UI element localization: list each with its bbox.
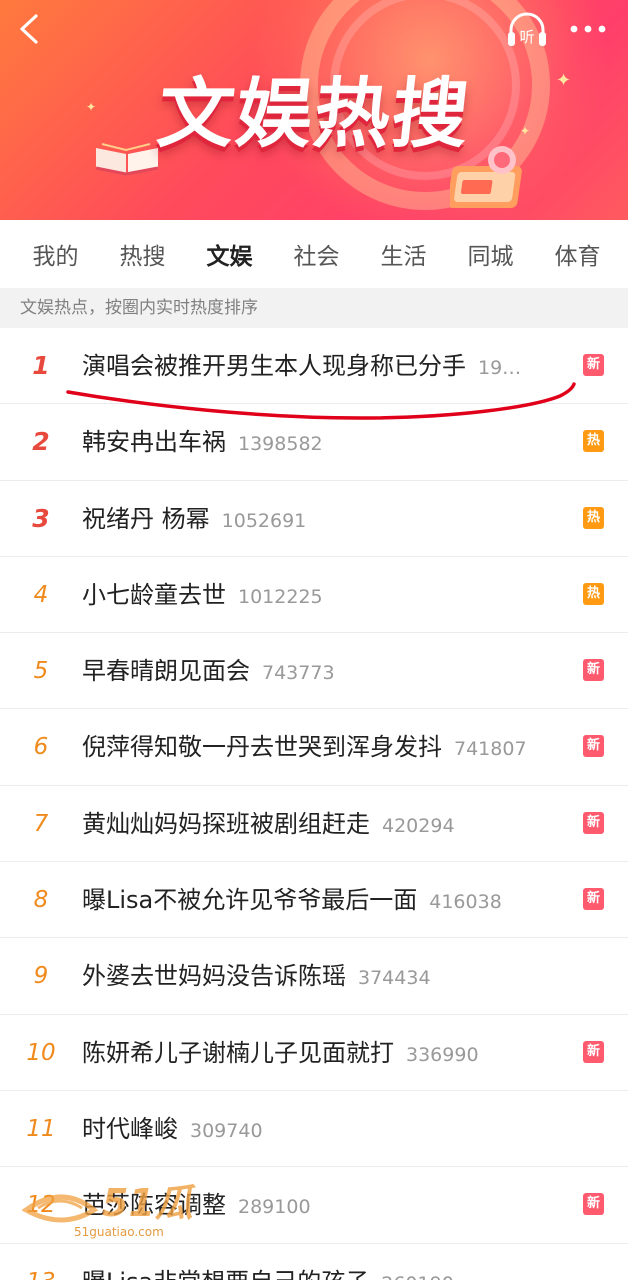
rank-number: 11 [26,1115,56,1142]
hot-search-list: 1 演唱会被推开男生本人现身称已分手 19… 新 2 韩安冉出车祸 1398582 … [0,328,628,1280]
list-item[interactable]: 6 倪萍得知敬一丹去世哭到浑身发抖 741807 新 [0,709,628,786]
banner-title: 文娱热搜 [153,69,475,158]
item-title: 演唱会被推开男生本人现身称已分手 [82,352,466,380]
item-title: 芭莎陈容调整 [82,1191,226,1220]
list-item[interactable]: 5 早春晴朗见面会 743773 新 [0,633,628,710]
new-badge: 新 [583,1193,604,1216]
item-title: 外婆去世妈妈没告诉陈瑶 [82,962,346,991]
hot-badge: 热 [583,582,604,605]
item-title: 早春晴朗见面会 [82,657,250,686]
list-item[interactable]: 11 时代峰峻 309740 [0,1090,628,1168]
listen-button[interactable]: 听 [504,10,550,50]
tab-local[interactable]: 同城 [447,237,534,271]
item-title: 陈妍希儿子谢楠儿子见面就打 [82,1038,394,1067]
tab-label: 我的 [32,244,79,270]
rank-number: 10 [26,1039,56,1066]
new-badge: 新 [583,1040,604,1063]
new-badge: 新 [583,888,604,911]
list-item[interactable]: 8 曝Lisa不被允许见爷爷最后一面 416038 新 [0,862,628,939]
heat-count: 1052691 [221,509,307,532]
tab-label: 热搜 [119,244,166,270]
heat-count: 19… [478,357,522,379]
list-item[interactable]: 3 祝绪丹 杨幂 1052691 热 [0,480,628,557]
list-item[interactable]: 10 陈妍希儿子谢楠儿子见面就打 336990 新 [0,1014,628,1091]
item-title: 小七龄童去世 [82,580,226,609]
rank-number: 3 [32,503,50,533]
headphones-icon: 听 [508,12,546,46]
heat-count: 416038 [429,891,502,914]
list-item[interactable]: 12 芭莎陈容调整 289100 新 [0,1167,628,1244]
list-item[interactable]: 2 韩安冉出车祸 1398582 热 [0,404,628,481]
item-title: 时代峰峻 [82,1114,178,1143]
rank-number: 5 [33,658,49,685]
item-title: 曝Lisa不被允许见爷爷最后一面 [82,886,418,915]
more-dots-icon [570,25,606,33]
rank-number: 12 [26,1192,56,1219]
rank-number: 9 [33,963,49,990]
item-title: 韩安冉出车祸 [82,428,226,457]
tab-label: 体育 [554,244,601,270]
rank-number: 1 [32,351,50,380]
rank-number: 13 [0,1244,82,1280]
tab-label: 文娱 [206,244,253,270]
back-button[interactable] [10,8,50,48]
tab-label: 同城 [467,244,514,270]
item-title: 祝绪丹 杨幂 [82,504,210,533]
heat-count: 1398582 [238,433,323,456]
list-description: 文娱热点，按圈内实时热度排序 [0,288,628,328]
heat-count: 309740 [190,1119,263,1142]
tab-hot-search[interactable]: 热搜 [99,237,186,271]
tab-society[interactable]: 社会 [273,237,360,271]
list-item[interactable]: 1 演唱会被推开男生本人现身称已分手 19… 新 [0,328,628,405]
tab-entertainment[interactable]: 文娱 [186,237,273,293]
list-item[interactable]: 13 曝Lisa非常想要自己的孩子 260190 [0,1243,628,1280]
item-title: 倪萍得知敬一丹去世哭到浑身发抖 [82,733,442,762]
list-item[interactable]: 7 黄灿灿妈妈探班被剧组赶走 420294 新 [0,785,628,863]
list-item[interactable]: 9 外婆去世妈妈没告诉陈瑶 374434 [0,938,628,1015]
new-badge: 新 [583,354,604,376]
tab-mine[interactable]: 我的 [12,237,99,271]
rank-number: 6 [33,734,49,761]
heat-count: 374434 [358,967,431,990]
tab-sports[interactable]: 体育 [534,237,621,271]
tab-label: 生活 [380,244,427,270]
sparkle-icon: ✦ [86,100,97,114]
heat-count: 743773 [262,662,335,685]
heat-count: 1012225 [238,585,323,608]
rank-number: 7 [33,810,49,837]
hot-badge: 热 [583,506,604,529]
sparkle-icon: ✦ [556,70,572,91]
heat-count: 260190 [381,1273,454,1280]
hot-badge: 热 [583,430,604,453]
more-button[interactable] [566,14,610,44]
heat-count: 741807 [454,738,527,761]
chevron-left-icon [20,14,38,44]
tab-life[interactable]: 生活 [360,237,447,271]
listen-label: 听 [519,28,534,46]
item-title: 曝Lisa非常想要自己的孩子 [82,1268,369,1280]
item-title: 黄灿灿妈妈探班被剧组赶走 [82,809,370,838]
heat-count: 420294 [382,814,455,837]
rank-number: 2 [32,427,50,457]
heat-count: 336990 [406,1043,479,1066]
tab-label: 社会 [293,244,340,270]
heat-count: 289100 [238,1196,311,1219]
new-badge: 新 [583,735,604,758]
header-banner: ✦ ✦ ✦ 文娱热搜 听 [0,0,628,220]
rank-number: 8 [33,887,49,914]
rank-number: 4 [33,581,49,608]
category-tabs: 我的 热搜 文娱 社会 生活 同城 体育 [0,220,628,293]
new-badge: 新 [583,659,604,682]
sparkle-icon: ✦ [520,124,531,138]
new-badge: 新 [583,811,604,834]
list-item[interactable]: 4 小七龄童去世 1012225 热 [0,556,628,634]
